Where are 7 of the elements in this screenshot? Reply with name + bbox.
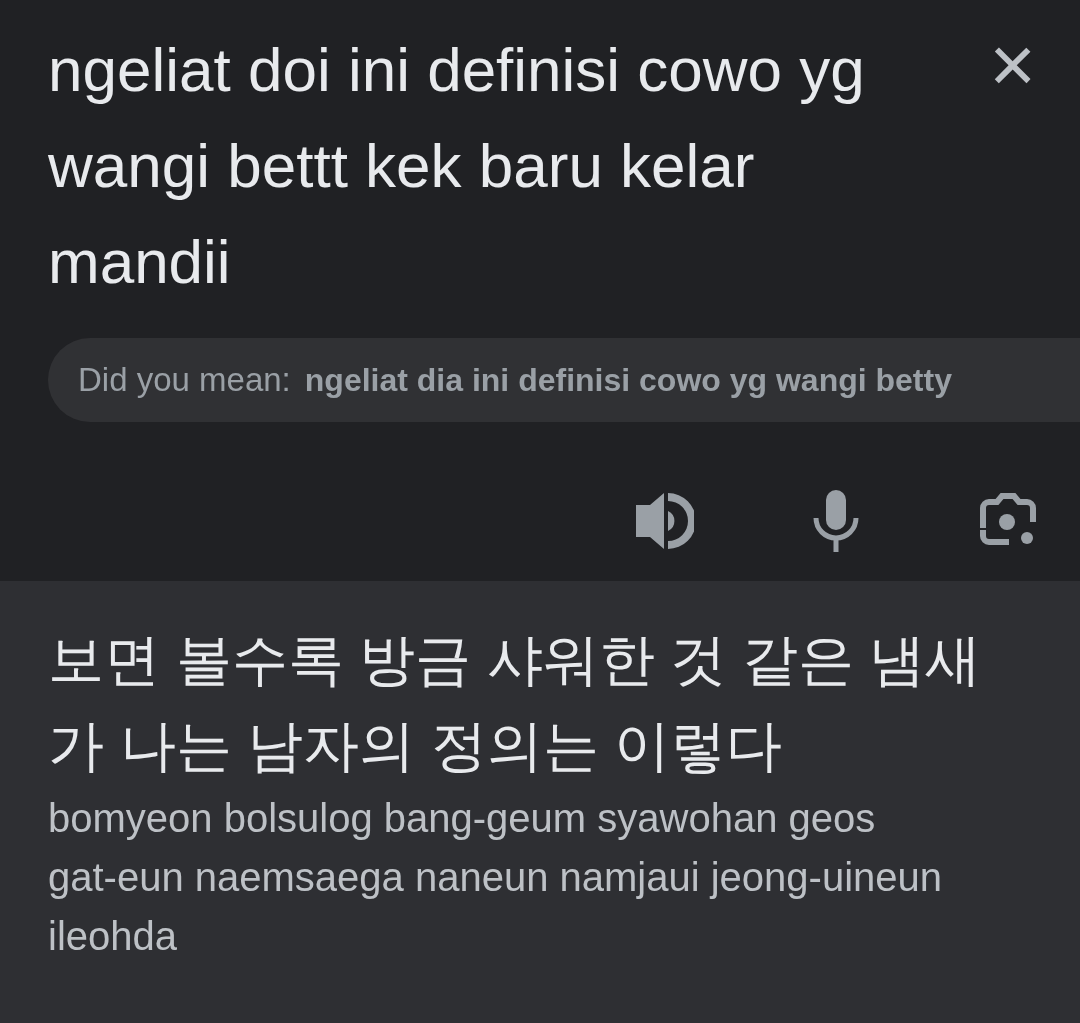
translated-text: 보면 볼수록 방금 샤워한 것 같은 냄새가 나는 남자의 정의는 이렇다 [48, 627, 983, 779]
suggested-text: ngeliat dia ini definisi cowo yg wangi betty [304, 361, 952, 399]
romanization-text: bomyeon bolsulog bang-geum syawohan geos gat-eun naemsaega naneun namjaui jeong-uineun ileohda [48, 795, 944, 960]
source-text: ngeliat doi ini definisi cowo yg wangi bettt kek baru kelar mandii [48, 34, 866, 298]
did-you-mean-chip[interactable]: Did you mean: ngeliat dia ini definisi cowo yg wangi betty [48, 338, 1080, 422]
close-button[interactable]: × [985, 30, 1040, 100]
did-you-mean-label: Did you mean: [78, 361, 291, 399]
